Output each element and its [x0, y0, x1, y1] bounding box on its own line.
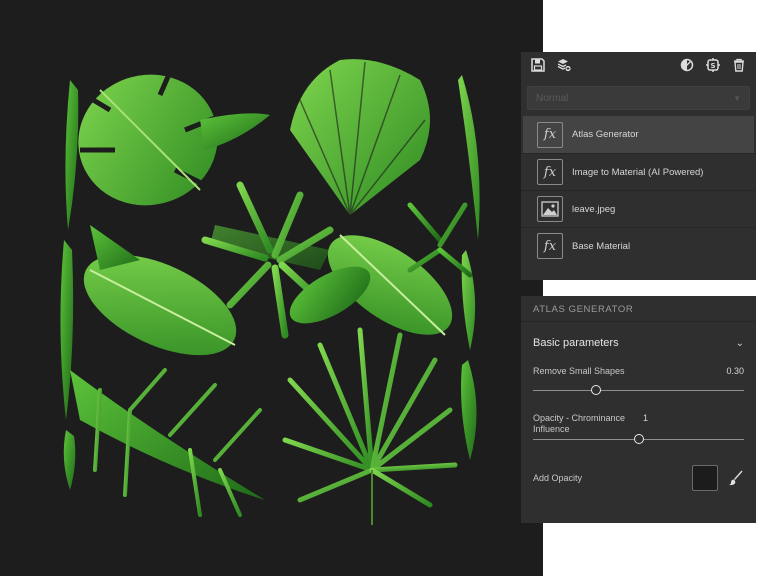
param-remove-small-shapes: Remove Small Shapes 0.30: [521, 366, 756, 397]
slider-track: [533, 390, 744, 391]
layer-label: Image to Material (AI Powered): [572, 166, 704, 178]
layer-atlas-generator[interactable]: fx Atlas Generator: [523, 116, 754, 153]
add-opacity-row: Add Opacity: [521, 458, 756, 498]
blend-mode-select[interactable]: Normal ▼: [527, 86, 750, 110]
slider-handle[interactable]: [633, 434, 644, 444]
add-opacity-label: Add Opacity: [533, 473, 583, 483]
opacity-chrominance-slider[interactable]: [533, 434, 744, 446]
fx-icon: fx: [537, 159, 563, 185]
mask-icon[interactable]: [678, 56, 696, 74]
param-value[interactable]: 1: [643, 413, 648, 423]
basic-parameters-section[interactable]: Basic parameters ⌄: [521, 322, 756, 364]
layer-label: Atlas Generator: [572, 129, 639, 140]
properties-panel: ATLAS GENERATOR Basic parameters ⌄ Remov…: [521, 296, 756, 523]
param-opacity-chrominance: Opacity - Chrominance Influence 1: [521, 413, 756, 446]
layer-base-material[interactable]: fx Base Material: [521, 227, 756, 264]
layers-panel: S Normal ▼ fx Atlas Generator fx Image t…: [521, 52, 756, 280]
substance-filter-icon[interactable]: S: [704, 56, 722, 74]
add-layers-icon[interactable]: [555, 56, 573, 74]
layer-image-to-material[interactable]: fx Image to Material (AI Powered): [521, 153, 756, 190]
trash-icon[interactable]: [730, 56, 748, 74]
layers-toolbar: S: [521, 52, 756, 78]
fx-icon: fx: [537, 233, 563, 259]
opacity-color-swatch[interactable]: [692, 465, 718, 491]
param-label: Remove Small Shapes: [533, 366, 625, 376]
properties-title: ATLAS GENERATOR: [521, 296, 756, 322]
canvas-viewport[interactable]: [0, 0, 543, 576]
chevron-down-icon: ▼: [733, 93, 741, 103]
layer-label: leave.jpeg: [572, 203, 616, 215]
save-icon[interactable]: [529, 56, 547, 74]
svg-text:S: S: [710, 62, 715, 70]
chevron-down-icon: ⌄: [735, 337, 744, 349]
image-icon: [537, 196, 563, 222]
slider-handle[interactable]: [591, 385, 602, 395]
param-value[interactable]: 0.30: [726, 366, 744, 376]
layer-label: Base Material: [572, 240, 631, 252]
param-label: Opacity - Chrominance Influence: [533, 413, 626, 434]
layer-leave-jpeg[interactable]: leave.jpeg: [521, 190, 756, 227]
leaf-atlas-image: [60, 59, 480, 525]
paint-brush-icon[interactable]: [728, 470, 744, 486]
section-label: Basic parameters: [533, 337, 619, 349]
fx-icon: fx: [537, 121, 563, 148]
blend-mode-value: Normal: [536, 92, 569, 104]
remove-small-shapes-slider[interactable]: [533, 385, 744, 397]
